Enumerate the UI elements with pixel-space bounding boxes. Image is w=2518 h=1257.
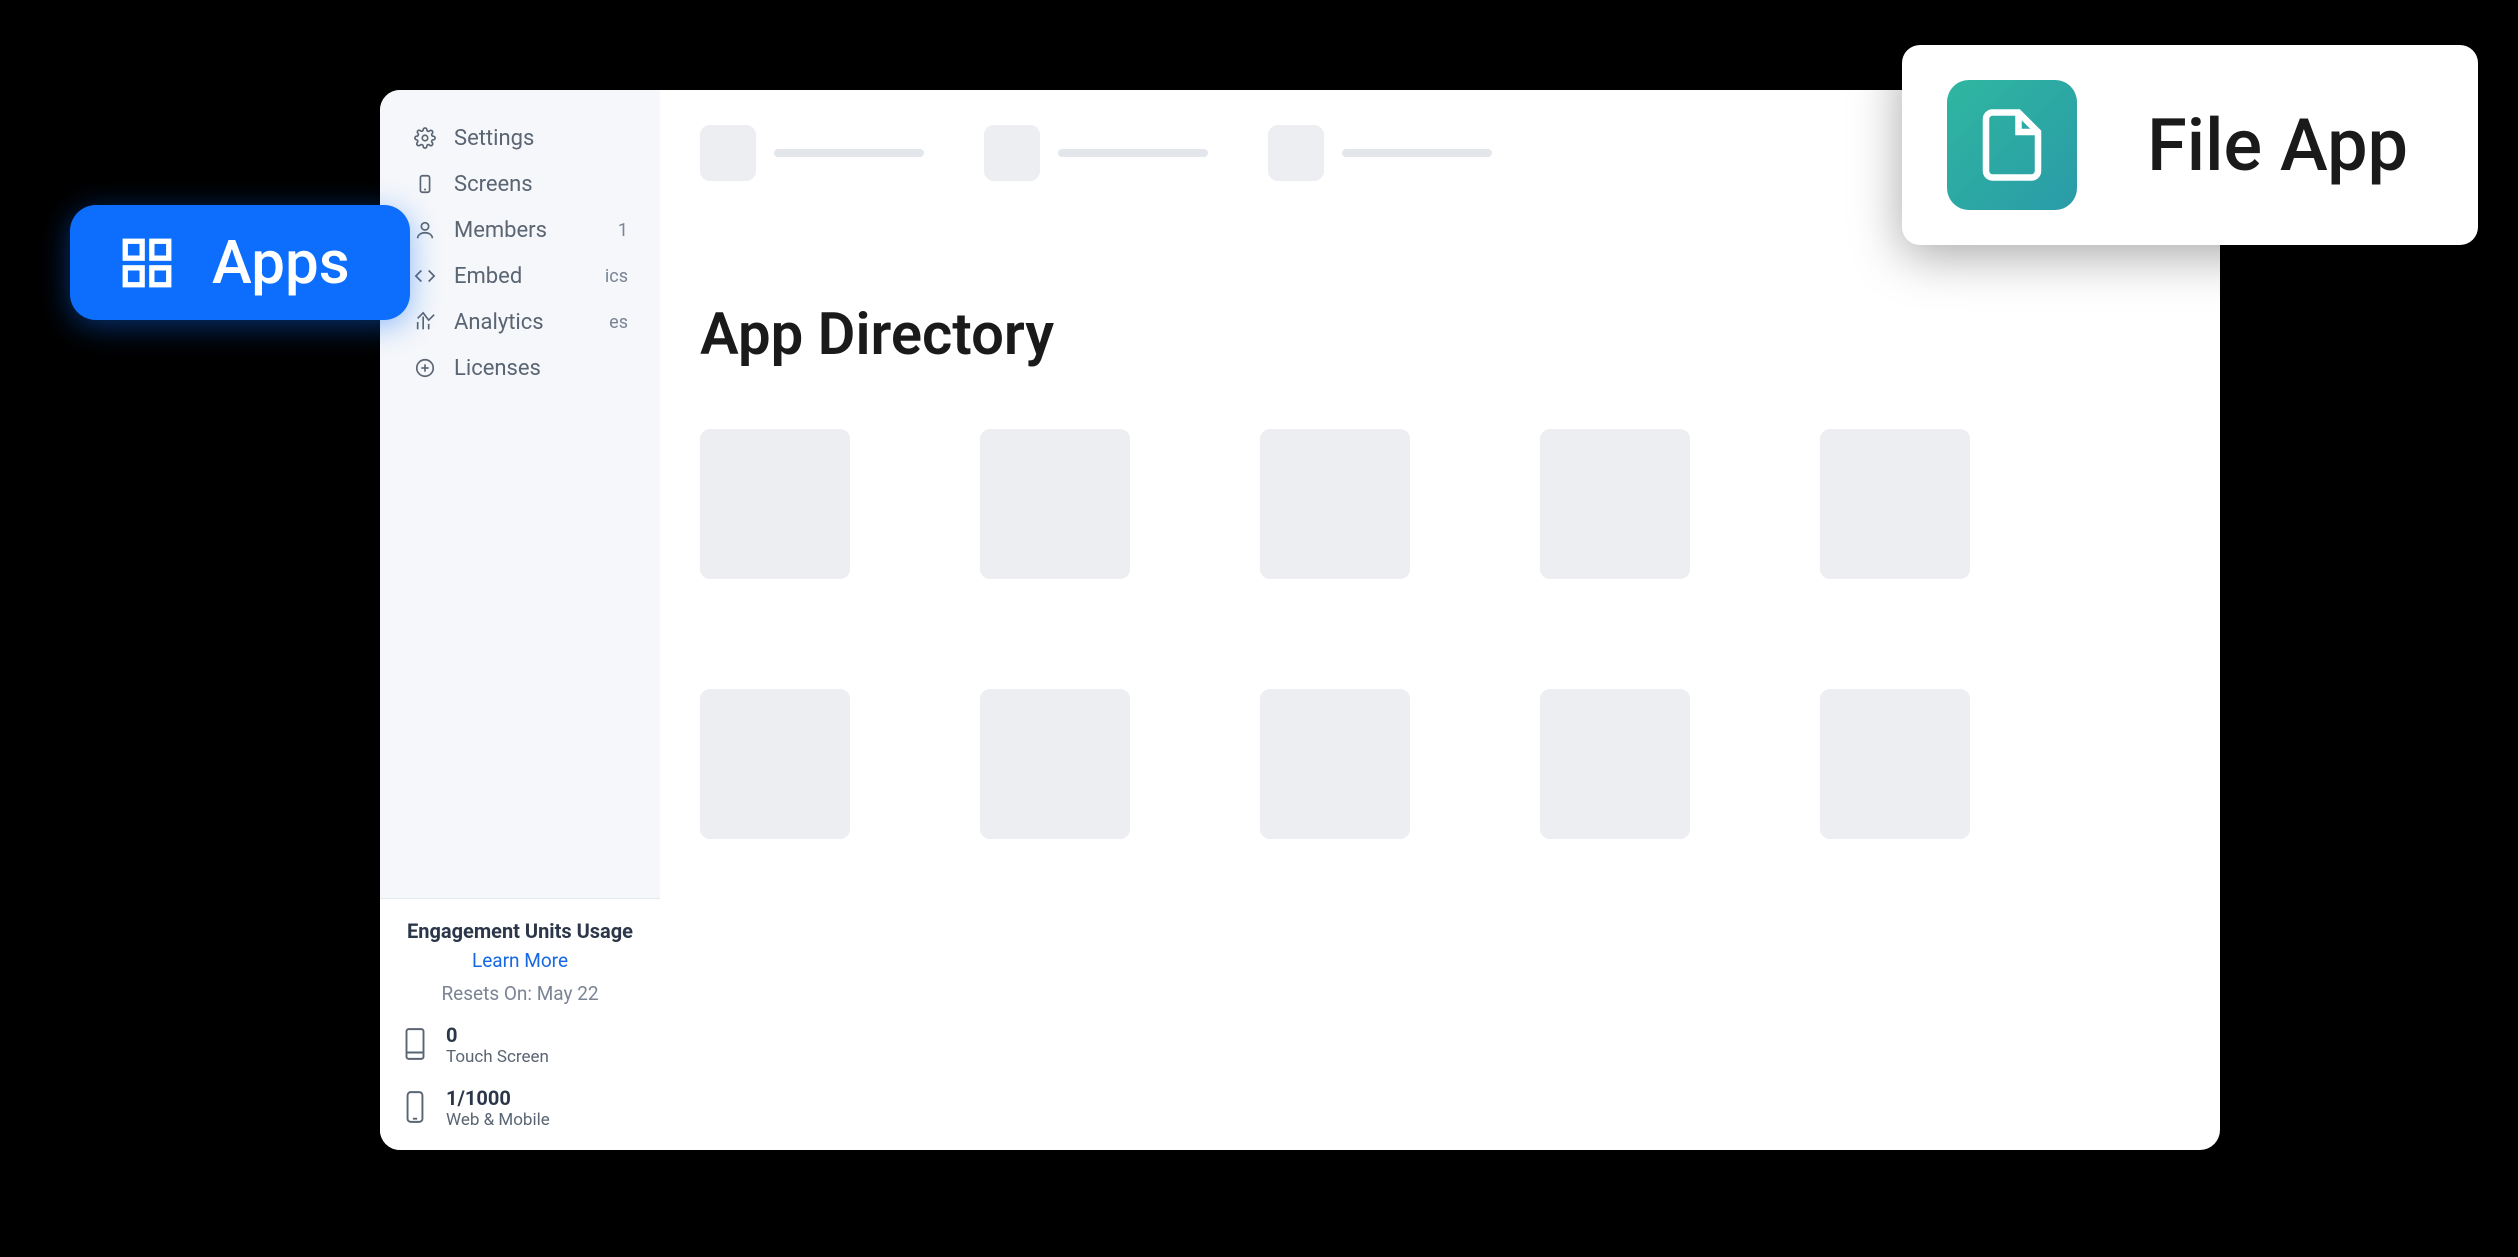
sidebar-item-extra: 1 [618, 220, 628, 241]
usage-reset-text: Resets On: May 22 [402, 982, 638, 1005]
sidebar-nav: Settings Screens Members 1 Embed [380, 115, 660, 898]
app-tile[interactable] [1540, 429, 1690, 579]
sidebar-item-label: Analytics [454, 310, 544, 335]
touchscreen-icon [402, 1027, 432, 1063]
file-app-card[interactable]: File App [1902, 45, 2478, 245]
content-area: App Directory [660, 90, 2220, 1150]
app-tile[interactable] [700, 689, 850, 839]
app-tile[interactable] [700, 429, 850, 579]
file-icon [1947, 80, 2077, 210]
plus-circle-icon [412, 355, 438, 381]
file-app-label: File App [2147, 103, 2408, 188]
main-window: Settings Screens Members 1 Embed [380, 90, 2220, 1150]
sidebar-item-label: Embed [454, 264, 522, 289]
usage-label: Web & Mobile [446, 1110, 550, 1130]
breadcrumb-text-placeholder [774, 149, 924, 157]
app-tile[interactable] [1260, 429, 1410, 579]
usage-card: Engagement Units Usage Learn More Resets… [380, 898, 660, 1150]
screen-icon [412, 171, 438, 197]
app-tile[interactable] [1820, 429, 1970, 579]
usage-label: Touch Screen [446, 1047, 549, 1067]
usage-row-webmobile: 1/1000 Web & Mobile [402, 1086, 638, 1130]
breadcrumb-item[interactable] [700, 125, 924, 181]
sidebar-item-extra: ics [605, 266, 628, 287]
gear-icon [412, 125, 438, 151]
sidebar-item-screens[interactable]: Screens [400, 161, 640, 207]
sidebar-item-label: Settings [454, 126, 534, 151]
user-icon [412, 217, 438, 243]
usage-title: Engagement Units Usage [402, 919, 638, 943]
breadcrumb-icon-placeholder [1268, 125, 1324, 181]
app-tile[interactable] [1820, 689, 1970, 839]
app-tile[interactable] [1260, 689, 1410, 839]
breadcrumb-text-placeholder [1342, 149, 1492, 157]
code-icon [412, 263, 438, 289]
breadcrumb-text-placeholder [1058, 149, 1208, 157]
sidebar-item-members[interactable]: Members 1 [400, 207, 640, 253]
breadcrumb-icon-placeholder [984, 125, 1040, 181]
app-tile[interactable] [980, 689, 1130, 839]
app-tile[interactable] [1540, 689, 1690, 839]
apps-grid-icon [118, 234, 176, 292]
sidebar-item-label: Members [454, 218, 547, 243]
page-title: App Directory [700, 301, 2180, 369]
chart-icon [412, 309, 438, 335]
app-tile[interactable] [980, 429, 1130, 579]
sidebar: Settings Screens Members 1 Embed [380, 90, 660, 1150]
breadcrumb-item[interactable] [1268, 125, 1492, 181]
sidebar-item-analytics[interactable]: Analytics es [400, 299, 640, 345]
apps-pill-label: Apps [212, 227, 350, 298]
sidebar-item-extra: es [609, 312, 628, 333]
usage-count: 1/1000 [446, 1086, 550, 1110]
breadcrumb-item[interactable] [984, 125, 1208, 181]
sidebar-item-settings[interactable]: Settings [400, 115, 640, 161]
sidebar-item-label: Screens [454, 172, 533, 197]
breadcrumb-icon-placeholder [700, 125, 756, 181]
usage-count: 0 [446, 1023, 549, 1047]
apps-pill[interactable]: Apps [70, 205, 410, 320]
usage-row-touchscreen: 0 Touch Screen [402, 1023, 638, 1067]
sidebar-item-licenses[interactable]: Licenses [400, 345, 640, 391]
usage-learn-more-link[interactable]: Learn More [402, 949, 638, 972]
app-grid [700, 429, 2180, 839]
mobile-icon [402, 1090, 432, 1126]
sidebar-item-embed[interactable]: Embed ics [400, 253, 640, 299]
sidebar-item-label: Licenses [454, 356, 541, 381]
